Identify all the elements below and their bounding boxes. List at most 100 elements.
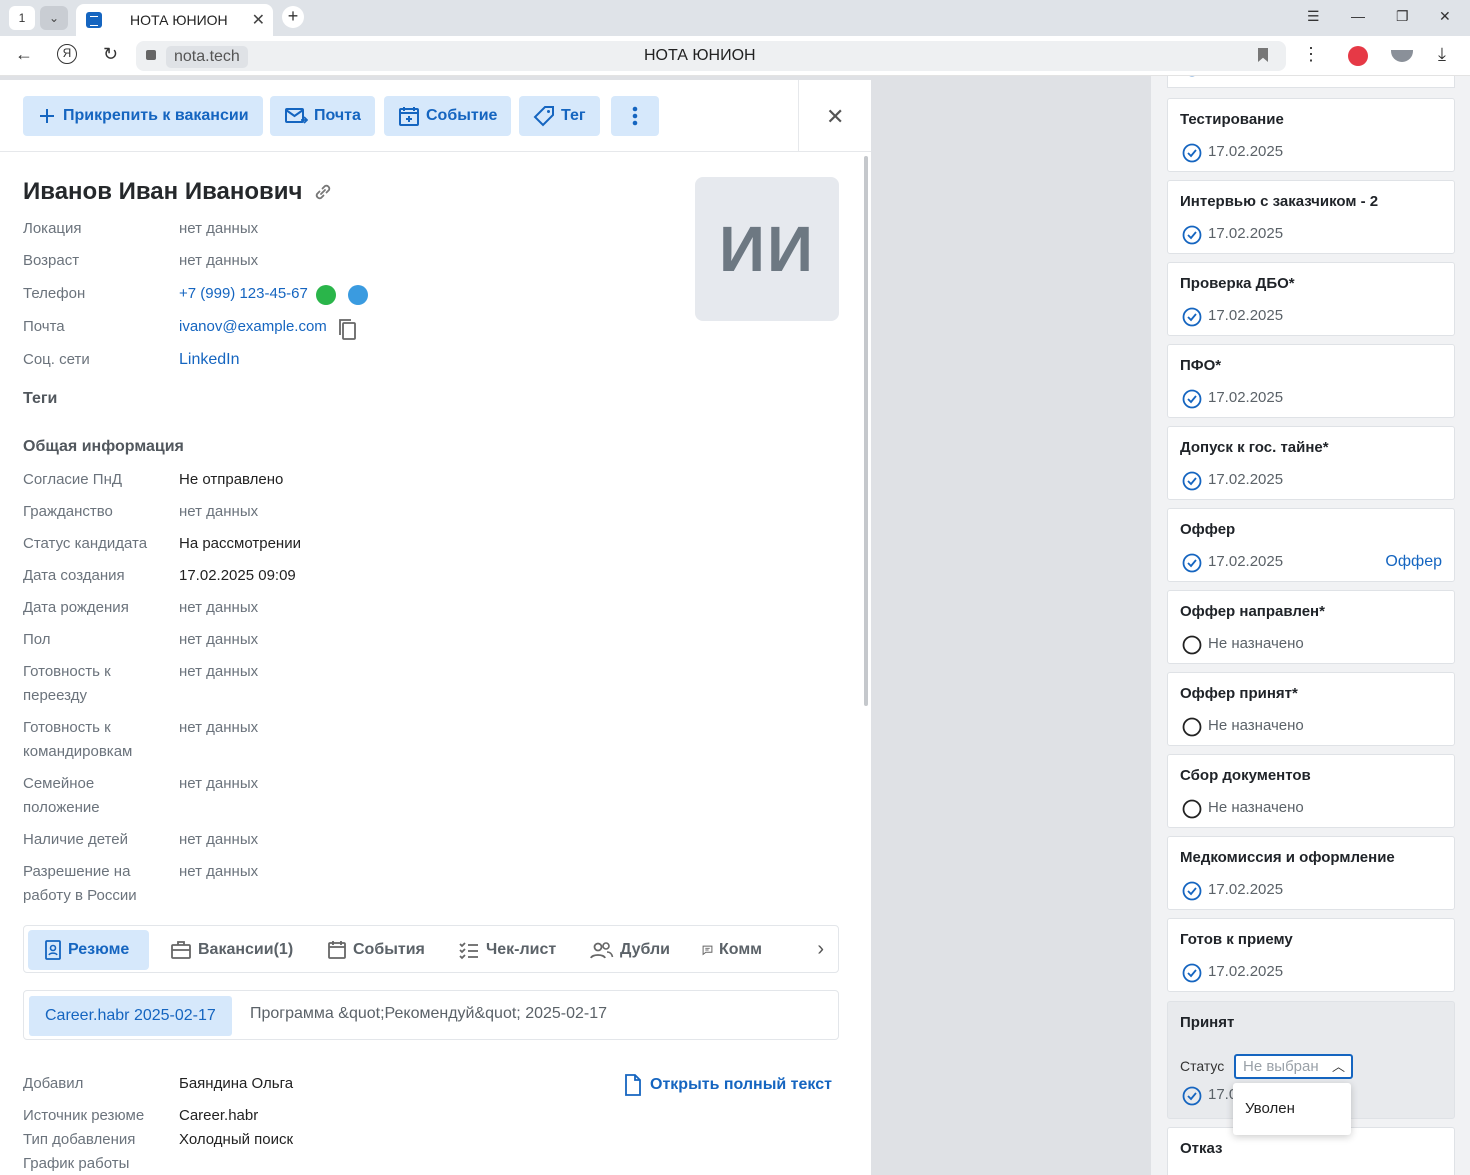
status-select[interactable]: Не выбран ︿ [1234,1054,1353,1079]
attach-to-vacancy-button[interactable]: Прикрепить к вакансии [23,96,263,136]
stage-card[interactable]: Медкомиссия и оформление 17.02.2025 [1167,836,1455,910]
calendar-add-icon [399,107,419,126]
whatsapp-icon[interactable] [316,285,336,305]
tag-icon [533,106,554,127]
field-value: нет данных [179,599,259,616]
browser-tab[interactable]: НОТА ЮНИОН ✕ [76,4,273,36]
check-circle-icon[interactable] [1182,225,1202,245]
stage-card[interactable]: Готов к приему 17.02.2025 [1167,918,1455,992]
field-label: Добавил [23,1075,84,1092]
stage-card[interactable]: Оффер 17.02.2025 Оффер [1167,508,1455,582]
stage-date: 17.02.2025 [1208,963,1284,980]
empty-circle-icon[interactable] [1182,717,1202,737]
field-value: Баяндина Ольга [179,1075,294,1092]
check-circle-icon[interactable] [1182,307,1202,327]
tab-count-badge[interactable]: 1 [9,6,35,30]
email-link[interactable]: ivanov@example.com [179,315,327,339]
tag-button[interactable]: Тег [519,96,600,136]
stage-card[interactable]: Оффер принят* Не назначено [1167,672,1455,746]
field-label: Согласие ПнД [23,471,123,488]
restore-icon[interactable]: ❐ [1396,8,1409,25]
open-full-text-button[interactable]: Открыть полный текст [624,1074,832,1096]
field-value: нет данных [179,631,259,648]
extension-icon[interactable] [1348,46,1368,66]
tab-resume[interactable]: Резюме [28,930,149,970]
stage-date: Не назначено [1208,635,1304,652]
back-arrow-icon[interactable]: ← [15,44,33,65]
tab-close-icon[interactable]: ✕ [252,10,265,30]
tab-list-chevron-icon[interactable]: ⌄ [40,6,68,30]
phone-link[interactable]: +7 (999) 123-45-67 [179,282,308,306]
stage-card[interactable]: Интервью с заказчиком - 2 17.02.2025 [1167,180,1455,254]
check-circle-icon[interactable] [1182,963,1202,983]
mail-label: Почта [314,107,361,124]
field-value: нет данных [179,663,259,680]
stage-card[interactable]: Сбор документов Не назначено [1167,754,1455,828]
copy-icon[interactable] [337,317,357,341]
more-vertical-icon[interactable]: ⋮ [1302,44,1320,65]
tab-title: НОТА ЮНИОН [130,12,228,28]
briefcase-icon [171,941,191,959]
stage-card[interactable]: ПФО* 17.02.2025 [1167,344,1455,418]
bookmark-icon[interactable] [1258,48,1268,62]
candidate-panel: Прикрепить к вакансии Почта Событие Тег … [0,80,871,1175]
field-label: Наличие детей [23,831,129,848]
stage-date: 17.02.2025 [1208,553,1284,570]
lock-icon [146,50,156,60]
tab-duplicates[interactable]: Дубли [580,930,680,970]
avatar: ИИ [695,177,839,321]
stage-card[interactable]: Тестирование 17.02.2025 [1167,98,1455,172]
event-button[interactable]: Событие [384,96,512,136]
stage-link[interactable]: Оффер [1385,553,1442,571]
stage-card[interactable]: Допуск к гос. тайне* 17.02.2025 [1167,426,1455,500]
status-dropdown-option[interactable]: Уволен [1233,1083,1351,1135]
chevron-right-icon[interactable]: › [817,938,824,961]
candidate-tabs: Резюме Вакансии(1) События Чек-лист Дубл… [23,925,839,973]
stage-card[interactable] [1167,76,1455,88]
close-panel-icon[interactable]: ✕ [826,104,844,130]
field-label: переезду [23,687,87,704]
panel-scrollbar[interactable] [864,156,868,706]
empty-circle-icon[interactable] [1182,799,1202,819]
mail-send-icon [285,108,308,124]
browser-menu-icon[interactable]: ☰ [1307,8,1320,25]
field-label: Статус кандидата [23,535,148,552]
tab-events[interactable]: События [317,930,435,970]
check-circle-icon[interactable] [1182,389,1202,409]
stage-date: 17.02.2025 [1208,389,1284,406]
field-label: работу в России [23,887,137,904]
source-tab[interactable]: Программа &quot;Рекомендуй&quot; 2025-02… [250,1005,607,1023]
tab-vacancies[interactable]: Вакансии(1) [160,930,303,970]
empty-circle-icon[interactable] [1182,635,1202,655]
window-close-icon[interactable]: ✕ [1439,8,1451,25]
new-tab-button[interactable]: + [282,6,304,28]
stage-card[interactable]: Проверка ДБО* 17.02.2025 [1167,262,1455,336]
stage-title: Оффер принят* [1180,685,1298,702]
link-icon[interactable] [312,181,334,203]
more-actions-button[interactable] [611,96,659,136]
stage-title: Оффер направлен* [1180,603,1325,620]
tab-comments[interactable]: Комм [692,930,772,970]
attach-label: Прикрепить к вакансии [63,107,249,124]
check-circle-icon[interactable] [1182,553,1202,573]
check-circle-icon[interactable] [1182,881,1202,901]
stage-title: Отказ [1180,1140,1223,1157]
minimize-icon[interactable]: — [1351,8,1365,24]
url-field[interactable]: nota.tech НОТА ЮНИОН [136,41,1286,71]
field-label: Семейное [23,775,95,792]
linkedin-link[interactable]: LinkedIn [179,348,240,372]
telegram-icon[interactable] [348,285,368,305]
download-icon[interactable]: ⤓ [1438,44,1446,65]
url-host: nota.tech [166,46,248,68]
reload-icon[interactable]: ↻ [103,44,118,65]
check-circle-icon[interactable] [1182,471,1202,491]
source-tab-active[interactable]: Career.habr 2025-02-17 [29,996,232,1036]
users-icon [590,942,614,959]
extension-shield-icon[interactable] [1391,50,1413,62]
mail-button[interactable]: Почта [270,96,375,136]
tab-checklist[interactable]: Чек-лист [448,930,566,970]
check-circle-icon[interactable] [1182,143,1202,163]
yandex-icon[interactable]: Я [57,44,77,64]
stage-card[interactable]: Оффер направлен* Не назначено [1167,590,1455,664]
field-value: Холодный поиск [179,1131,294,1148]
